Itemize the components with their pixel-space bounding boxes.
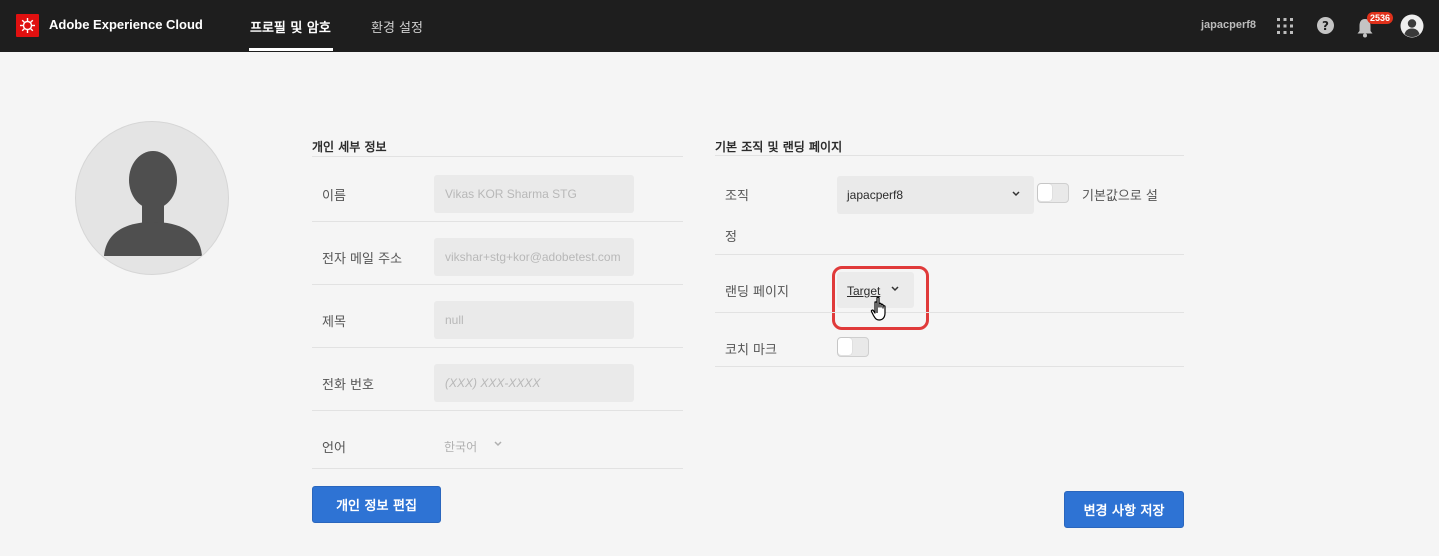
org-select[interactable]: japacperf8 (837, 176, 1034, 214)
default-org-toggle[interactable] (1037, 183, 1069, 203)
top-bar: Adobe Experience Cloud 프로필 및 암호 환경 설정 ja… (0, 0, 1439, 52)
language-select[interactable]: 한국어 (444, 438, 477, 455)
user-icon[interactable] (1400, 14, 1424, 38)
chevron-down-icon[interactable] (1011, 190, 1021, 198)
personal-details-title: 개인 세부 정보 (312, 140, 387, 154)
phone-field[interactable]: (XXX) XXX-XXXX (434, 364, 634, 402)
divider (312, 347, 683, 348)
divider (312, 221, 683, 222)
coach-mark-label: 코치 마크 (725, 343, 777, 358)
edit-personal-info-button[interactable]: 개인 정보 편집 (312, 486, 441, 523)
tab-preferences[interactable]: 환경 설정 (371, 17, 423, 36)
divider (715, 366, 1184, 367)
divider (715, 155, 1184, 156)
save-changes-button[interactable]: 변경 사항 저장 (1064, 491, 1184, 528)
coach-mark-toggle[interactable] (837, 337, 869, 357)
landing-page-label: 랜딩 페이지 (725, 285, 789, 300)
email-field[interactable]: vikshar+stg+kor@adobetest.com (434, 238, 634, 276)
brand-name[interactable]: Adobe Experience Cloud (49, 17, 203, 32)
tab-profile-password[interactable]: 프로필 및 암호 (250, 17, 331, 36)
divider (312, 284, 683, 285)
person-silhouette-icon (104, 151, 202, 256)
name-label: 이름 (322, 189, 346, 204)
email-label: 전자 메일 주소 (322, 252, 403, 267)
active-tab-indicator (249, 48, 333, 51)
divider (715, 312, 1184, 313)
notification-badge: 2536 (1367, 12, 1394, 24)
phone-label: 전화 번호 (322, 378, 374, 393)
org-switcher[interactable]: japacperf8 (1201, 19, 1256, 31)
divider (312, 410, 683, 411)
divider (715, 254, 1184, 255)
language-label: 언어 (322, 441, 346, 456)
avatar (75, 121, 229, 275)
adobe-logo-icon[interactable] (16, 14, 39, 37)
title-field[interactable]: null (434, 301, 634, 339)
help-icon[interactable]: ? (1317, 17, 1334, 34)
org-landing-title: 기본 조직 및 랜딩 페이지 (715, 140, 843, 154)
set-default-label-wrap: 정 (725, 230, 737, 245)
hand-cursor-icon (870, 296, 886, 321)
svg-text:?: ? (1322, 19, 1329, 33)
name-field[interactable]: Vikas KOR Sharma STG (434, 175, 634, 213)
title-label: 제목 (322, 315, 346, 330)
chevron-down-icon[interactable] (493, 440, 503, 448)
set-default-label: 기본값으로 설 (1082, 189, 1158, 204)
divider (312, 468, 683, 469)
org-label: 조직 (725, 189, 749, 204)
divider (312, 156, 683, 157)
apps-grid-icon[interactable] (1277, 18, 1293, 34)
